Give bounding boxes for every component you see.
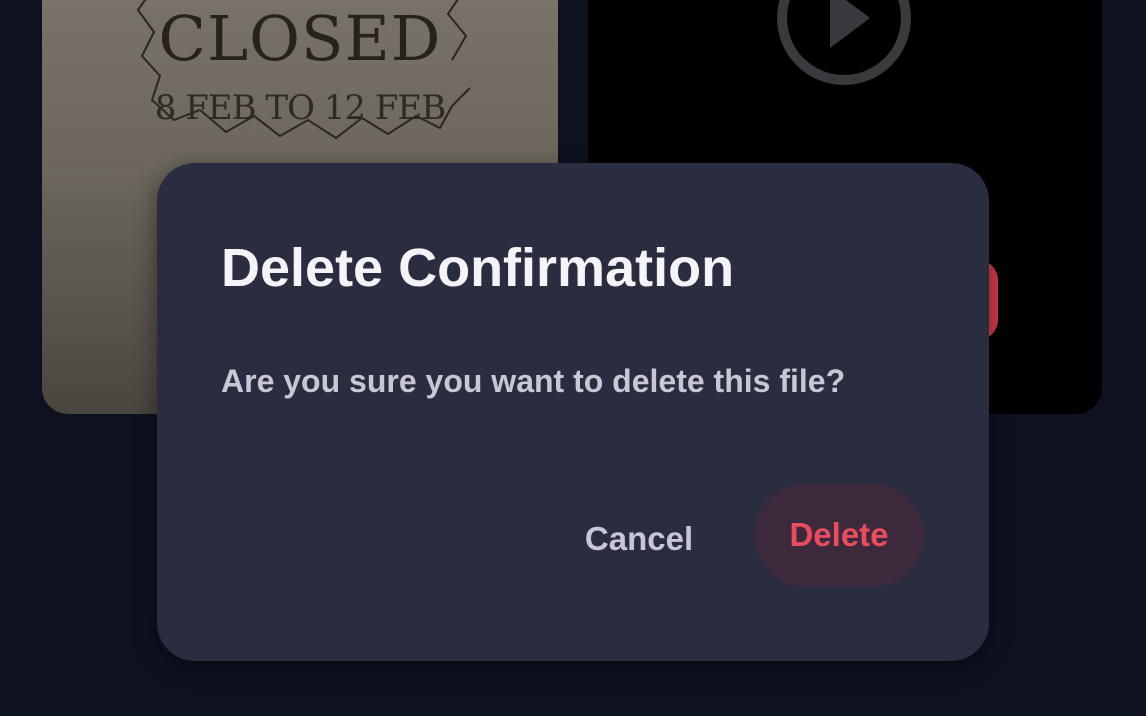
notice-title: CLOSED: [158, 2, 442, 75]
cancel-button[interactable]: Cancel: [563, 503, 715, 575]
closed-notice-image: CLOSED 8 FEB TO 12 FEB: [130, 0, 470, 150]
dialog-message: Are you sure you want to delete this fil…: [221, 363, 846, 399]
play-icon[interactable]: [774, 0, 914, 88]
delete-button[interactable]: Delete: [754, 483, 924, 587]
notice-dates: 8 FEB TO 12 FEB: [154, 88, 446, 128]
dialog-title: Delete Confirmation: [221, 238, 735, 298]
delete-confirmation-dialog: Delete Confirmation Are you sure you wan…: [157, 163, 989, 661]
